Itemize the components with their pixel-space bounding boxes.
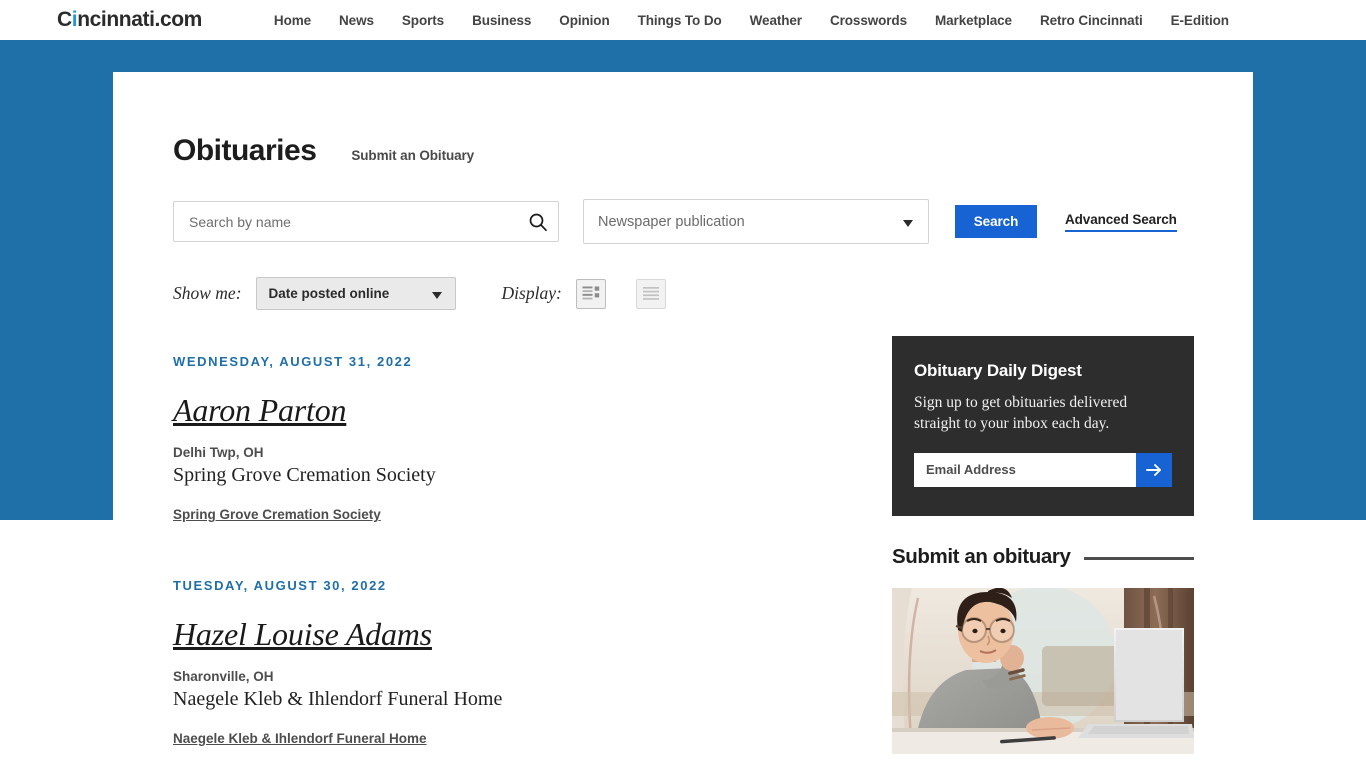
nav-item-crosswords[interactable]: Crosswords <box>816 13 921 28</box>
nav-item-marketplace[interactable]: Marketplace <box>921 13 1026 28</box>
search-toolbar: Newspaper publication Search Advanced Se… <box>173 199 1193 244</box>
brand-text-pre: C <box>57 8 72 31</box>
sidebar: Obituary Daily Digest Sign up to get obi… <box>892 336 1194 768</box>
obituary-name-link[interactable]: Aaron Parton <box>173 392 347 428</box>
nav-item-opinion[interactable]: Opinion <box>545 13 623 28</box>
primary-navigation: Home News Sports Business Opinion Things… <box>260 13 1243 28</box>
digest-title: Obituary Daily Digest <box>914 361 1082 380</box>
digest-submit-button[interactable] <box>1136 452 1172 487</box>
digest-email-input[interactable] <box>914 452 1136 487</box>
compact-list-view-icon[interactable] <box>635 278 666 309</box>
obituary-provider-link[interactable]: Naegele Kleb & Ihlendorf Funeral Home <box>173 731 427 746</box>
page-header: Obituaries Submit an Obituary <box>173 72 1193 168</box>
promo-photo-illustration <box>892 587 1194 754</box>
nav-item-e-edition[interactable]: E-Edition <box>1157 13 1243 28</box>
obituary-daily-digest-panel: Obituary Daily Digest Sign up to get obi… <box>892 336 1194 516</box>
nav-item-sports[interactable]: Sports <box>388 13 458 28</box>
nav-item-weather[interactable]: Weather <box>736 13 816 28</box>
compact-list-view-glyph <box>642 286 659 300</box>
nav-item-things-to-do[interactable]: Things To Do <box>624 13 736 28</box>
search-by-name-field <box>173 201 559 242</box>
search-icon-glyph <box>529 213 547 231</box>
nav-item-home[interactable]: Home <box>260 13 325 28</box>
nav-item-business[interactable]: Business <box>458 13 545 28</box>
submit-obituary-section-header: Submit an obituary <box>892 545 1194 569</box>
newspaper-publication-select[interactable]: Newspaper publication <box>583 199 929 244</box>
show-me-field: Date posted online <box>255 277 456 310</box>
heading-rule <box>1084 556 1194 560</box>
list-detail-view-icon[interactable] <box>575 278 606 309</box>
digest-subtitle: Sign up to get obituaries delivered stra… <box>914 394 1128 433</box>
search-button[interactable]: Search <box>955 205 1037 238</box>
obituary-name-link[interactable]: Hazel Louise Adams <box>173 616 432 652</box>
brand-text-post: ncinnati.com <box>77 8 202 31</box>
submit-an-obituary-link[interactable]: Submit an Obituary <box>351 148 474 163</box>
obituary-provider-link[interactable]: Spring Grove Cremation Society <box>173 507 381 522</box>
filter-toolbar: Show me: Date posted online Display: <box>173 277 1193 310</box>
display-label: Display: <box>501 283 562 303</box>
list-detail-view-glyph <box>582 286 600 299</box>
submit-obituary-heading: Submit an obituary <box>892 544 1071 568</box>
nav-item-retro-cincinnati[interactable]: Retro Cincinnati <box>1026 13 1157 28</box>
site-logo[interactable]: Cincinnati.com <box>57 8 202 32</box>
search-icon[interactable] <box>527 211 549 233</box>
page-title: Obituaries <box>173 134 317 167</box>
newspaper-publication-field: Newspaper publication <box>583 199 929 244</box>
search-input[interactable] <box>173 201 559 242</box>
show-me-label: Show me: <box>173 283 242 303</box>
site-header: Cincinnati.com Home News Sports Business… <box>0 0 1366 40</box>
show-me-select[interactable]: Date posted online <box>255 277 456 310</box>
digest-signup-form <box>914 452 1172 487</box>
nav-item-news[interactable]: News <box>325 13 388 28</box>
woman-at-laptop-photo[interactable] <box>892 587 1194 754</box>
advanced-search-link[interactable]: Advanced Search <box>1065 212 1177 232</box>
arrow-right-icon <box>1146 463 1161 476</box>
